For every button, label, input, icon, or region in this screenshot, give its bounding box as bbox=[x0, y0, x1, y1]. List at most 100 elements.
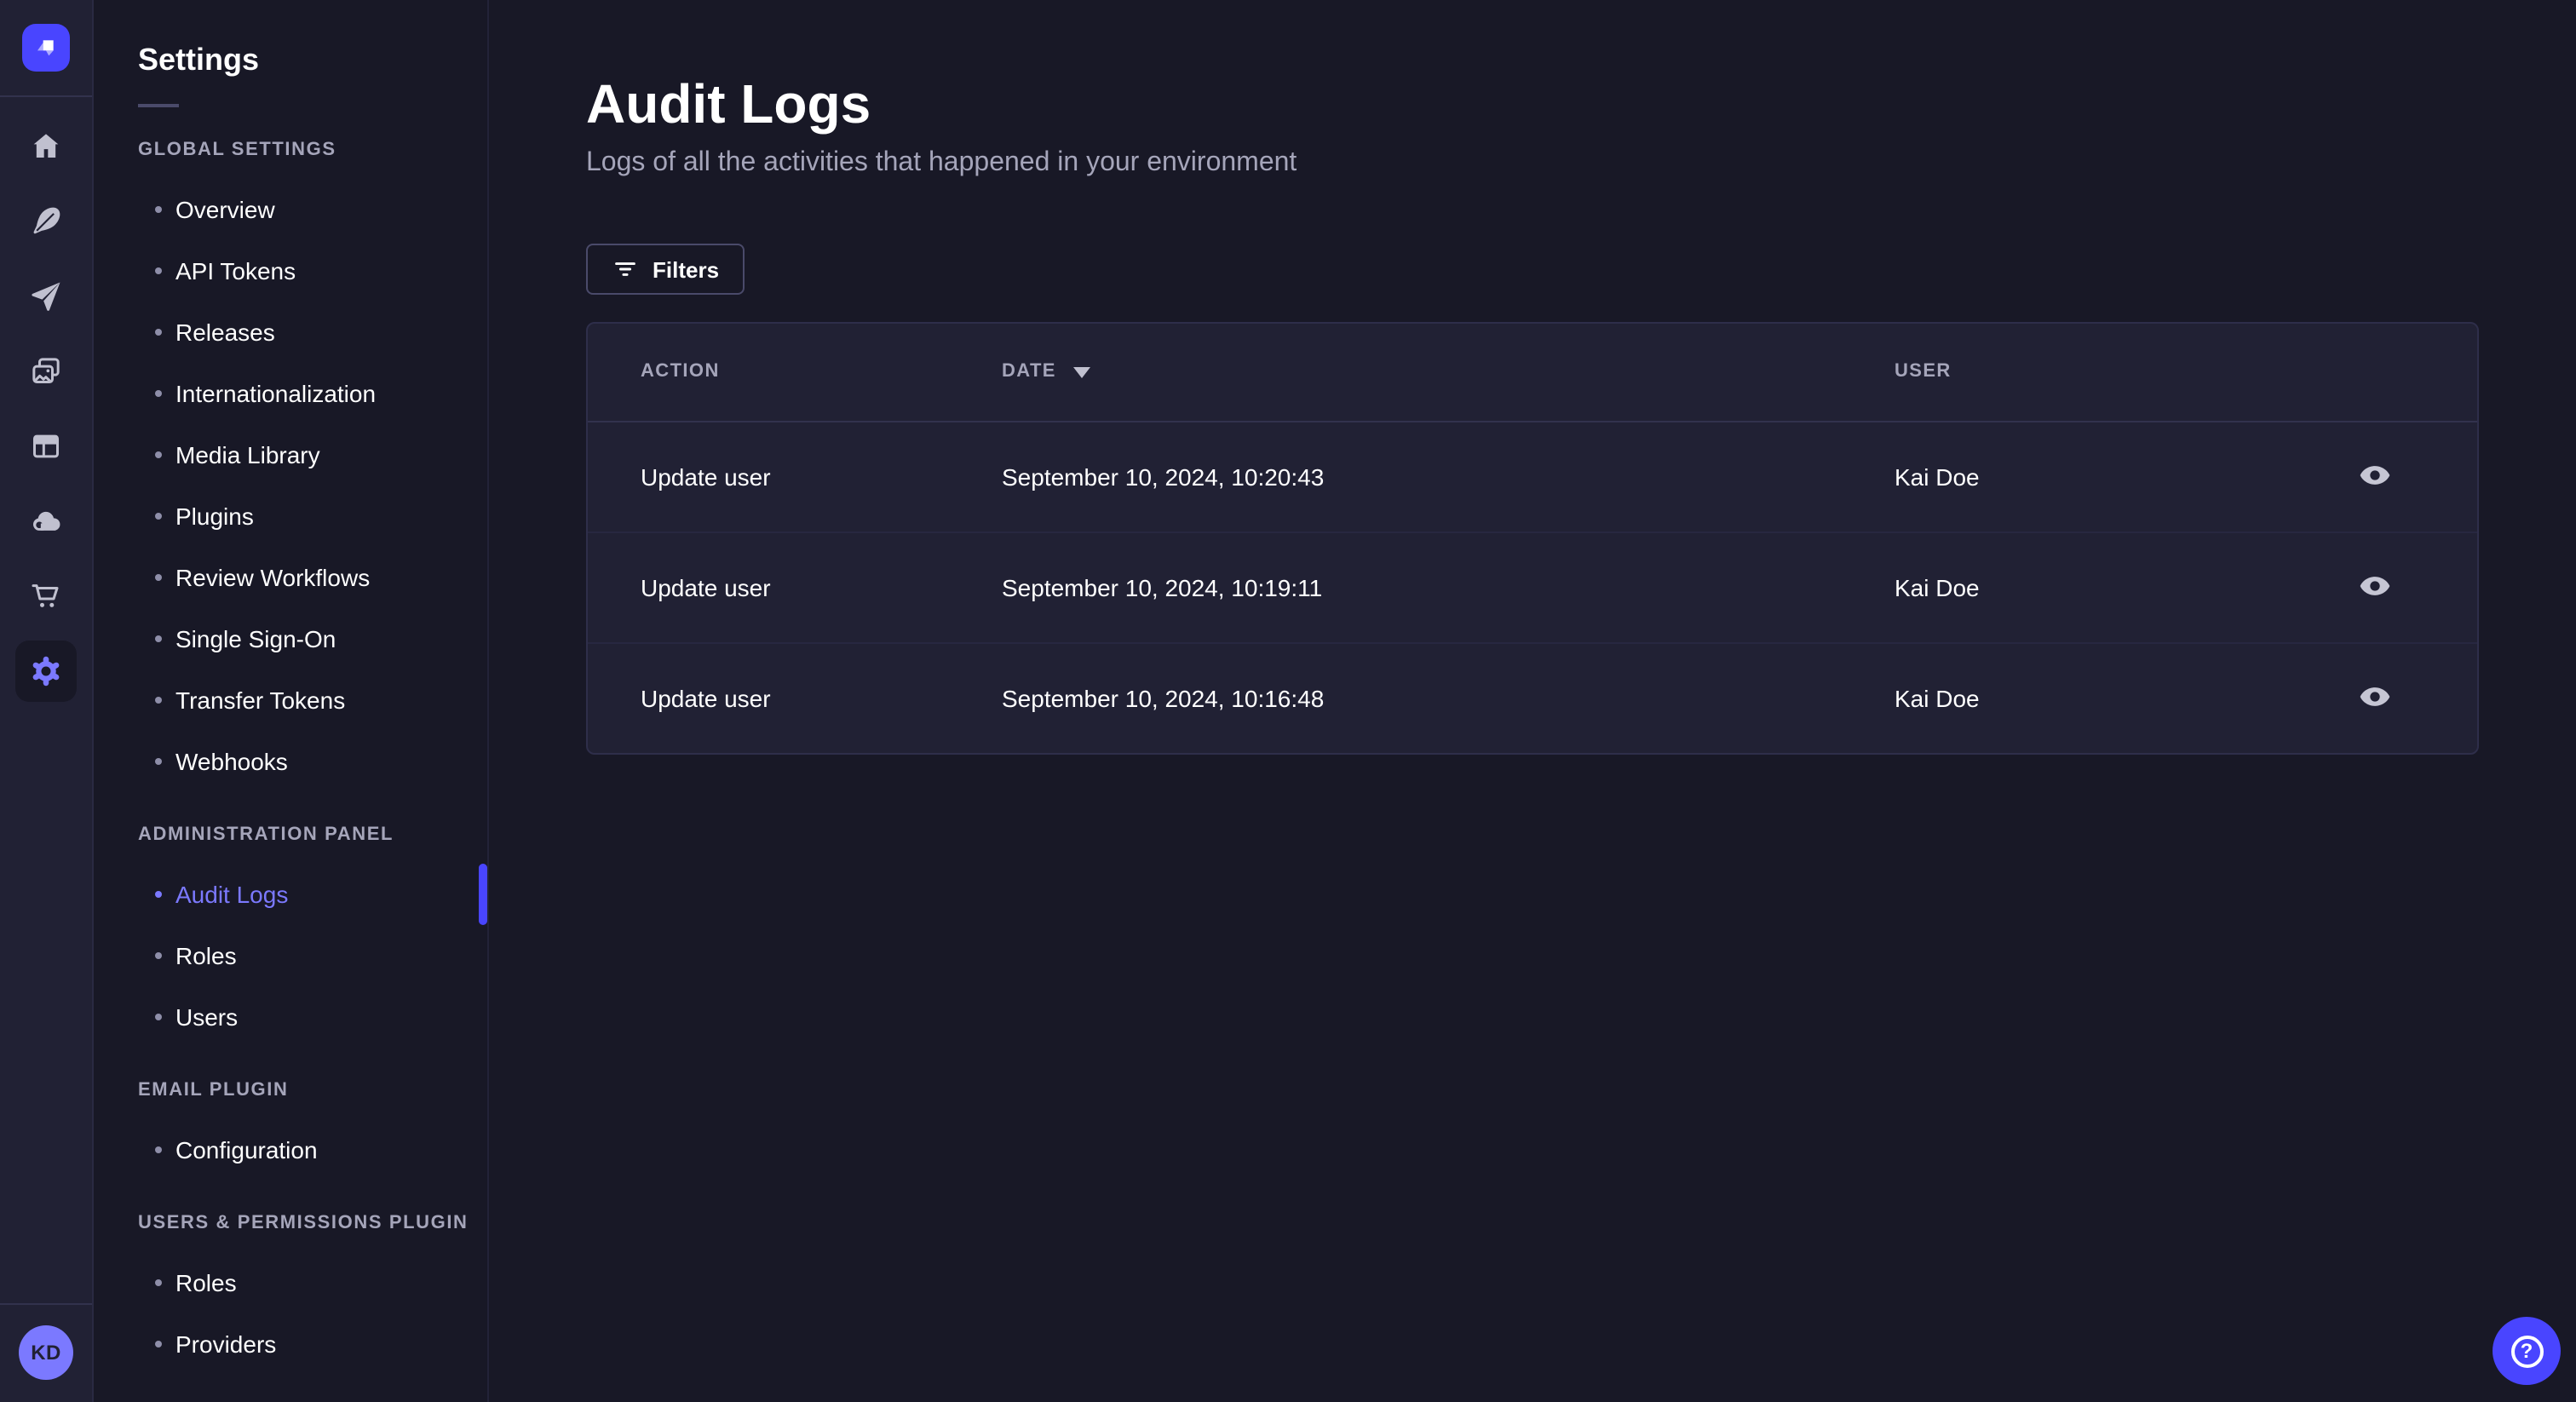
sidebar-item-plugins[interactable]: Plugins bbox=[94, 486, 487, 547]
table-row[interactable]: Update user September 10, 2024, 10:16:48… bbox=[588, 642, 2477, 753]
rail-item-media-library[interactable] bbox=[9, 334, 83, 409]
logo-slot bbox=[0, 0, 92, 97]
bullet-icon bbox=[155, 1341, 162, 1347]
cloud-icon bbox=[33, 511, 60, 531]
settings-active-background bbox=[15, 641, 77, 702]
sidebar-item-label: Webhooks bbox=[175, 748, 288, 775]
section-label: USERS & PERMISSIONS PLUGIN bbox=[138, 1213, 469, 1233]
bullet-icon bbox=[155, 390, 162, 397]
rail-nav-items bbox=[9, 109, 83, 709]
sidebar-item-up-roles[interactable]: Roles bbox=[94, 1252, 487, 1313]
table-row[interactable]: Update user September 10, 2024, 10:19:11… bbox=[588, 531, 2477, 643]
layout-icon bbox=[33, 434, 60, 458]
sidebar-item-api-tokens[interactable]: API Tokens bbox=[94, 240, 487, 302]
bullet-icon bbox=[155, 635, 162, 642]
rail-item-marketplace[interactable] bbox=[9, 559, 83, 634]
bullet-icon bbox=[155, 1014, 162, 1020]
paper-plane-icon bbox=[32, 282, 60, 311]
sidebar-item-transfer-tokens[interactable]: Transfer Tokens bbox=[94, 669, 487, 731]
view-details-button[interactable] bbox=[2355, 566, 2395, 606]
section-label: GLOBAL SETTINGS bbox=[138, 140, 336, 160]
sidebar-item-audit-logs[interactable]: Audit Logs bbox=[94, 864, 487, 925]
bullet-icon bbox=[155, 267, 162, 274]
cell-action: Update user bbox=[641, 684, 771, 712]
sidebar-item-label: Single Sign-On bbox=[175, 625, 336, 652]
cell-user: Kai Doe bbox=[1895, 531, 2310, 643]
audit-logs-table-panel: ACTION DATE USER Update user September 1… bbox=[586, 322, 2479, 755]
sidebar-item-admin-users[interactable]: Users bbox=[94, 986, 487, 1048]
user-avatar[interactable]: KD bbox=[19, 1325, 73, 1380]
sidebar-item-label: Media Library bbox=[175, 441, 320, 468]
sidebar-item-label: Providers bbox=[175, 1330, 277, 1358]
column-header-actions bbox=[2310, 324, 2477, 422]
sidebar-item-admin-roles[interactable]: Roles bbox=[94, 925, 487, 986]
filters-button[interactable]: Filters bbox=[586, 244, 745, 295]
help-button[interactable]: ? bbox=[2493, 1317, 2561, 1385]
settings-sidebar: Settings GLOBAL SETTINGS Overview API To… bbox=[94, 0, 489, 1402]
sidebar-title-divider bbox=[138, 104, 179, 107]
sidebar-item-review-workflows[interactable]: Review Workflows bbox=[94, 547, 487, 608]
feather-icon bbox=[33, 207, 60, 234]
rail-item-content-manager[interactable] bbox=[9, 184, 83, 259]
section-global-settings: GLOBAL SETTINGS Overview API Tokens Rele… bbox=[94, 136, 487, 792]
strapi-admin-app: KD Settings GLOBAL SETTINGS Overview API… bbox=[0, 0, 2576, 1402]
sidebar-item-internationalization[interactable]: Internationalization bbox=[94, 363, 487, 424]
bullet-icon bbox=[155, 574, 162, 581]
sidebar-item-label: Users bbox=[175, 1003, 239, 1031]
table-row[interactable]: Update user September 10, 2024, 10:20:43… bbox=[588, 421, 2477, 532]
cell-user: Kai Doe bbox=[1895, 421, 2310, 532]
view-details-button[interactable] bbox=[2355, 455, 2395, 496]
eye-icon bbox=[2360, 466, 2390, 485]
main-nav-rail: KD bbox=[0, 0, 94, 1402]
bullet-icon bbox=[155, 697, 162, 704]
strapi-logo-glyph bbox=[37, 40, 54, 56]
filter-icon bbox=[615, 262, 635, 276]
view-details-button[interactable] bbox=[2355, 677, 2395, 718]
sidebar-item-overview[interactable]: Overview bbox=[94, 179, 487, 240]
sidebar-item-webhooks[interactable]: Webhooks bbox=[94, 731, 487, 792]
rail-footer: KD bbox=[0, 1303, 92, 1402]
section-item-list: Overview API Tokens Releases Internation… bbox=[94, 179, 487, 792]
images-icon bbox=[32, 358, 60, 383]
section-item-list: Configuration bbox=[94, 1119, 487, 1181]
cell-date: September 10, 2024, 10:16:48 bbox=[1002, 684, 1325, 712]
sidebar-item-media-library[interactable]: Media Library bbox=[94, 424, 487, 486]
sidebar-title: Settings bbox=[138, 43, 260, 77]
bullet-icon bbox=[155, 1146, 162, 1153]
question-mark-icon: ? bbox=[2510, 1335, 2543, 1367]
sidebar-item-releases[interactable]: Releases bbox=[94, 302, 487, 363]
bullet-icon bbox=[155, 206, 162, 213]
sidebar-item-label: Internationalization bbox=[175, 380, 377, 407]
rail-item-cloud[interactable] bbox=[9, 484, 83, 559]
sidebar-item-up-providers[interactable]: Providers bbox=[94, 1313, 487, 1375]
main-content: Audit Logs Logs of all the activities th… bbox=[489, 0, 2576, 1402]
bullet-icon bbox=[155, 952, 162, 959]
column-header-date[interactable]: DATE bbox=[1002, 324, 1895, 422]
eye-icon bbox=[2360, 687, 2390, 707]
strapi-logo-icon[interactable] bbox=[22, 24, 70, 72]
home-icon bbox=[33, 134, 59, 158]
section-item-list: Roles Providers bbox=[94, 1252, 487, 1375]
sidebar-item-label: Overview bbox=[175, 196, 275, 223]
cell-action: Update user bbox=[588, 531, 1002, 643]
cell-user: Kai Doe bbox=[1895, 684, 1980, 712]
column-header-action: ACTION bbox=[588, 324, 1002, 422]
section-email-plugin: EMAIL PLUGIN Configuration bbox=[94, 1077, 487, 1181]
bullet-icon bbox=[155, 329, 162, 336]
sidebar-item-label: Plugins bbox=[175, 503, 254, 530]
sidebar-item-label: API Tokens bbox=[175, 257, 296, 284]
rail-item-releases[interactable] bbox=[9, 259, 83, 334]
rail-item-content-type-builder[interactable] bbox=[9, 409, 83, 484]
sidebar-item-label: Audit Logs bbox=[175, 881, 289, 908]
sidebar-item-email-configuration[interactable]: Configuration bbox=[94, 1119, 487, 1181]
filters-button-label: Filters bbox=[653, 256, 720, 282]
active-item-indicator bbox=[479, 864, 487, 925]
cell-date: September 10, 2024, 10:19:11 bbox=[1002, 531, 1895, 643]
sidebar-item-single-sign-on[interactable]: Single Sign-On bbox=[94, 608, 487, 669]
sidebar-item-label: Configuration bbox=[175, 1136, 318, 1164]
rail-item-settings[interactable] bbox=[9, 634, 83, 709]
column-header-date-label: DATE bbox=[1002, 361, 1056, 382]
gear-icon bbox=[32, 656, 60, 687]
table-header-row: ACTION DATE USER bbox=[588, 324, 2477, 422]
rail-item-home[interactable] bbox=[9, 109, 83, 184]
